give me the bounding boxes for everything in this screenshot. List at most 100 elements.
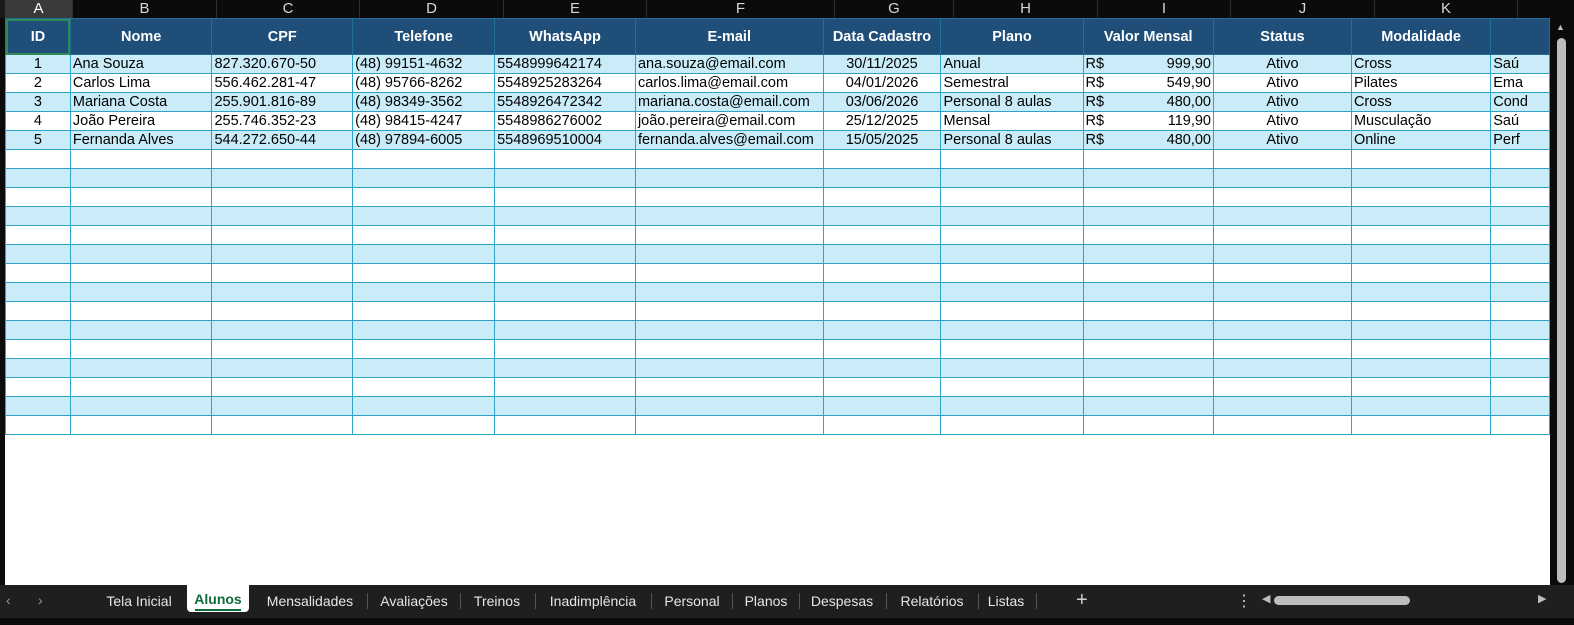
empty-cell[interactable] [822, 206, 942, 226]
cell-extra[interactable]: Saú [1490, 54, 1550, 74]
empty-cell[interactable] [69, 168, 213, 188]
cell-extra[interactable]: Perf [1490, 130, 1550, 150]
empty-cell[interactable] [634, 206, 824, 226]
cell-valor[interactable]: R$ 480,00 [1082, 130, 1214, 150]
empty-cell[interactable] [494, 263, 636, 283]
cell-whatsapp[interactable]: 5548926472342 [494, 92, 636, 112]
empty-cell[interactable] [352, 149, 496, 169]
empty-cell[interactable] [822, 377, 942, 397]
scroll-left-icon[interactable]: ◀ [1262, 592, 1270, 605]
empty-cell[interactable] [494, 187, 636, 207]
empty-cell[interactable] [940, 301, 1084, 321]
tab-alunos[interactable]: Alunos [187, 585, 249, 612]
empty-cell[interactable] [352, 244, 496, 264]
column-header-i[interactable]: I [1098, 0, 1231, 18]
empty-cell[interactable] [211, 244, 354, 264]
empty-cell[interactable] [822, 320, 942, 340]
empty-cell[interactable] [822, 149, 942, 169]
cell-valor[interactable]: R$ 119,90 [1082, 111, 1214, 131]
empty-cell[interactable] [1350, 225, 1492, 245]
tab-planos[interactable]: Planos [737, 585, 795, 615]
empty-cell[interactable] [1082, 339, 1214, 359]
cell-telefone[interactable]: (48) 98415-4247 [352, 111, 496, 131]
empty-cell[interactable] [352, 396, 496, 416]
empty-cell[interactable] [1212, 225, 1352, 245]
empty-cell[interactable] [5, 282, 71, 302]
empty-cell[interactable] [940, 282, 1084, 302]
empty-cell[interactable] [1082, 358, 1214, 378]
empty-cell[interactable] [211, 206, 354, 226]
empty-cell[interactable] [69, 301, 213, 321]
empty-cell[interactable] [352, 415, 496, 435]
empty-cell[interactable] [822, 358, 942, 378]
empty-cell[interactable] [940, 263, 1084, 283]
empty-cell[interactable] [1350, 415, 1492, 435]
empty-cell[interactable] [211, 358, 354, 378]
empty-cell[interactable] [1082, 149, 1214, 169]
empty-cell[interactable] [211, 149, 354, 169]
empty-cell[interactable] [5, 149, 71, 169]
header-cell-data-cadastro[interactable]: Data Cadastro [822, 18, 942, 55]
empty-cell[interactable] [494, 168, 636, 188]
empty-cell[interactable] [494, 244, 636, 264]
cell-id[interactable]: 2 [5, 73, 71, 93]
empty-cell[interactable] [822, 187, 942, 207]
empty-cell[interactable] [1490, 415, 1550, 435]
empty-cell[interactable] [1212, 358, 1352, 378]
empty-cell[interactable] [211, 225, 354, 245]
tab-despesas[interactable]: Despesas [804, 585, 880, 615]
empty-cell[interactable] [69, 206, 213, 226]
cell-status[interactable]: Ativo [1212, 111, 1352, 131]
cell-whatsapp[interactable]: 5548986276002 [494, 111, 636, 131]
empty-cell[interactable] [1212, 377, 1352, 397]
chevron-left-icon[interactable]: ‹ [6, 592, 11, 608]
empty-cell[interactable] [1350, 168, 1492, 188]
cell-nome[interactable]: Carlos Lima [69, 73, 213, 93]
header-cell-modalidade[interactable]: Modalidade [1350, 18, 1492, 55]
empty-cell[interactable] [1082, 168, 1214, 188]
column-header-a[interactable]: A [5, 0, 73, 18]
empty-cell[interactable] [940, 320, 1084, 340]
empty-cell[interactable] [1082, 225, 1214, 245]
empty-cell[interactable] [69, 244, 213, 264]
empty-cell[interactable] [1490, 168, 1550, 188]
header-cell-cpf[interactable]: CPF [211, 18, 354, 55]
cell-status[interactable]: Ativo [1212, 92, 1352, 112]
empty-cell[interactable] [940, 415, 1084, 435]
empty-cell[interactable] [822, 263, 942, 283]
cell-whatsapp[interactable]: 5548999642174 [494, 54, 636, 74]
cell-nome[interactable]: Mariana Costa [69, 92, 213, 112]
empty-cell[interactable] [1350, 244, 1492, 264]
cell-data[interactable]: 25/12/2025 [822, 111, 942, 131]
cell-modalidade[interactable]: Cross [1350, 92, 1492, 112]
cell-valor[interactable]: R$ 549,90 [1082, 73, 1214, 93]
empty-cell[interactable] [1082, 377, 1214, 397]
empty-cell[interactable] [822, 282, 942, 302]
empty-cell[interactable] [1490, 339, 1550, 359]
empty-cell[interactable] [211, 187, 354, 207]
empty-cell[interactable] [1212, 339, 1352, 359]
empty-cell[interactable] [634, 187, 824, 207]
empty-cell[interactable] [5, 358, 71, 378]
empty-cell[interactable] [69, 263, 213, 283]
empty-cell[interactable] [1212, 244, 1352, 264]
cell-whatsapp[interactable]: 5548925283264 [494, 73, 636, 93]
empty-cell[interactable] [1490, 396, 1550, 416]
cell-telefone[interactable]: (48) 95766-8262 [352, 73, 496, 93]
tab-inadimplencia[interactable]: Inadimplência [540, 585, 646, 615]
cell-cpf[interactable]: 255.901.816-89 [211, 92, 354, 112]
empty-cell[interactable] [5, 187, 71, 207]
cell-telefone[interactable]: (48) 99151-4632 [352, 54, 496, 74]
empty-cell[interactable] [634, 377, 824, 397]
empty-cell[interactable] [634, 263, 824, 283]
cell-modalidade[interactable]: Pilates [1350, 73, 1492, 93]
cell-modalidade[interactable]: Musculação [1350, 111, 1492, 131]
scroll-right-icon[interactable]: ▶ [1538, 592, 1546, 605]
empty-cell[interactable] [822, 301, 942, 321]
empty-cell[interactable] [352, 339, 496, 359]
vertical-scrollbar[interactable]: ▲ ▼ [1550, 18, 1574, 585]
chevron-right-icon[interactable]: › [38, 592, 43, 608]
empty-cell[interactable] [1490, 320, 1550, 340]
empty-cell[interactable] [1350, 206, 1492, 226]
cell-cpf[interactable]: 544.272.650-44 [211, 130, 354, 150]
